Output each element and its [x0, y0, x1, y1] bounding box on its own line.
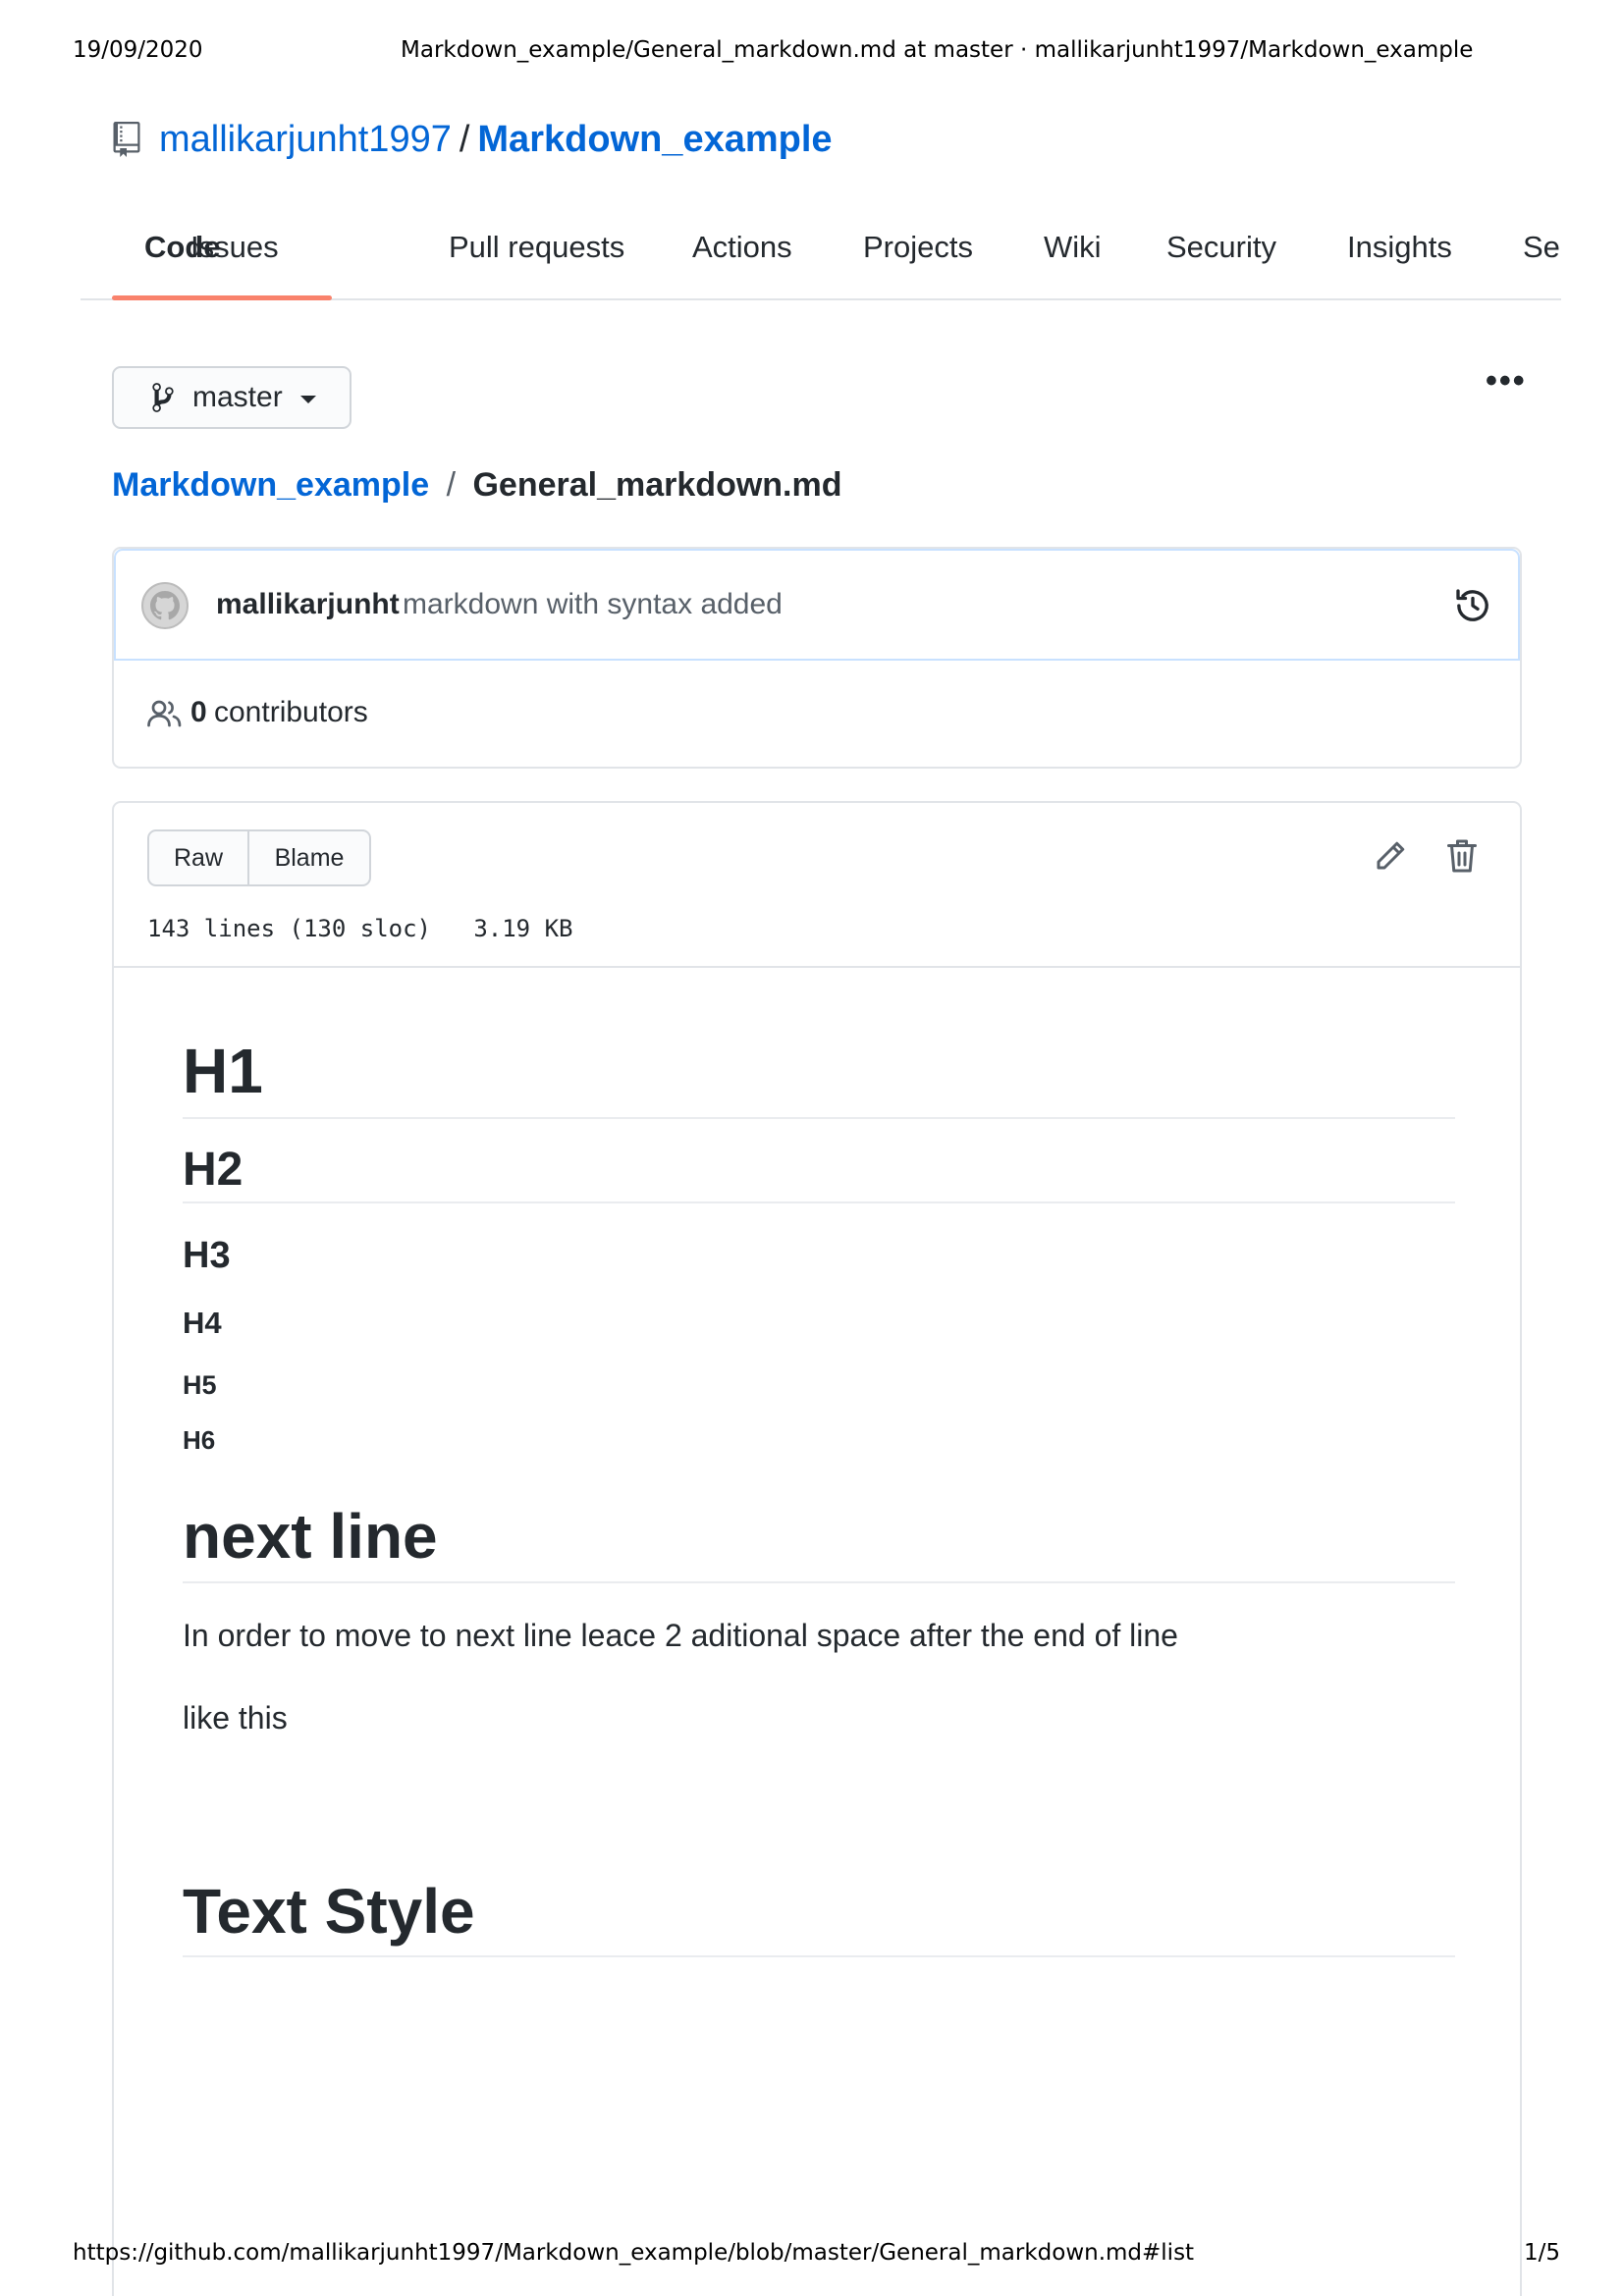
- heading-next-line: next line: [183, 1501, 438, 1572]
- print-page-number: 1/5: [1523, 2240, 1560, 2266]
- print-date: 19/09/2020: [73, 37, 203, 63]
- print-title: Markdown_example/General_markdown.md at …: [401, 37, 1474, 63]
- file-actions-group: Raw Blame: [147, 829, 371, 886]
- breadcrumb: Markdown_example / General_markdown.md: [112, 466, 842, 505]
- h1-divider: [183, 1117, 1455, 1119]
- people-icon: [147, 698, 183, 729]
- h2-divider: [183, 1201, 1455, 1203]
- file-header: Raw Blame 143 lines (130 sloc) 3.19 KB: [114, 803, 1520, 968]
- heading-h1: H1: [183, 1036, 263, 1106]
- branch-label: master: [192, 381, 283, 413]
- heading-h6: H6: [183, 1425, 216, 1455]
- tab-security[interactable]: Security: [1166, 230, 1276, 265]
- next-line-divider: [183, 1581, 1455, 1583]
- commit-message-link[interactable]: markdown with syntax added: [403, 588, 783, 621]
- pencil-icon[interactable]: [1373, 838, 1408, 874]
- repo-header: mallikarjunht1997 / Markdown_example: [112, 116, 833, 163]
- tab-insights[interactable]: Insights: [1347, 230, 1452, 265]
- breadcrumb-file-name: General_markdown.md: [472, 466, 842, 504]
- print-footer: https://github.com/mallikarjunht1997/Mar…: [0, 2240, 1623, 2269]
- print-header: 19/09/2020 Markdown_example/General_mark…: [0, 37, 1623, 67]
- blame-button[interactable]: Blame: [249, 829, 371, 886]
- history-icon[interactable]: [1453, 586, 1492, 625]
- tab-projects[interactable]: Projects: [863, 230, 973, 265]
- latest-commit-row: mallikarjunht markdown with syntax added: [114, 549, 1520, 661]
- repo-separator: /: [459, 118, 470, 160]
- contributors-label: contributors: [214, 696, 368, 728]
- heading-text-style: Text Style: [183, 1876, 475, 1947]
- chevron-down-icon: [299, 396, 316, 403]
- paragraph-next-line: In order to move to next line leace 2 ad…: [183, 1618, 1178, 1653]
- heading-h4: H4: [183, 1306, 222, 1340]
- kebab-menu-icon[interactable]: •••: [1486, 364, 1529, 400]
- git-branch-icon: [149, 381, 177, 414]
- active-tab-underline: [112, 295, 332, 300]
- latest-commit-box: mallikarjunht markdown with syntax added…: [112, 547, 1522, 769]
- paragraph-like-this: like this: [183, 1700, 288, 1735]
- contributors-count: 0: [190, 696, 207, 728]
- raw-button[interactable]: Raw: [147, 829, 249, 886]
- tab-pull-requests[interactable]: Pull requests: [449, 230, 624, 265]
- repo-name-link[interactable]: Markdown_example: [477, 119, 832, 161]
- avatar[interactable]: [141, 582, 189, 629]
- heading-h5: H5: [183, 1370, 217, 1400]
- breadcrumb-separator: /: [446, 466, 457, 504]
- file-info: 143 lines (130 sloc) 3.19 KB: [147, 915, 573, 942]
- tab-issues[interactable]: Issues: [190, 230, 279, 265]
- repo-owner-link[interactable]: mallikarjunht1997: [159, 119, 452, 161]
- repo-icon: [112, 122, 141, 157]
- heading-h3: H3: [183, 1235, 231, 1276]
- repo-nav-tabs: Code Issues Pull requests Actions Projec…: [81, 220, 1561, 300]
- breadcrumb-repo-link[interactable]: Markdown_example: [112, 466, 429, 504]
- trash-icon[interactable]: [1445, 838, 1479, 874]
- heading-h2: H2: [183, 1144, 243, 1196]
- print-url: https://github.com/mallikarjunht1997/Mar…: [73, 2240, 1195, 2266]
- text-style-divider: [183, 1955, 1455, 1957]
- tab-wiki[interactable]: Wiki: [1044, 230, 1102, 265]
- contributors-row[interactable]: 0 contributors: [114, 661, 1520, 767]
- file-viewer: Raw Blame 143 lines (130 sloc) 3.19 KB H…: [112, 801, 1522, 2296]
- tab-actions[interactable]: Actions: [692, 230, 792, 265]
- branch-select-button[interactable]: master: [112, 366, 352, 429]
- tab-settings[interactable]: Se: [1523, 230, 1560, 265]
- commit-author-link[interactable]: mallikarjunht: [216, 588, 400, 621]
